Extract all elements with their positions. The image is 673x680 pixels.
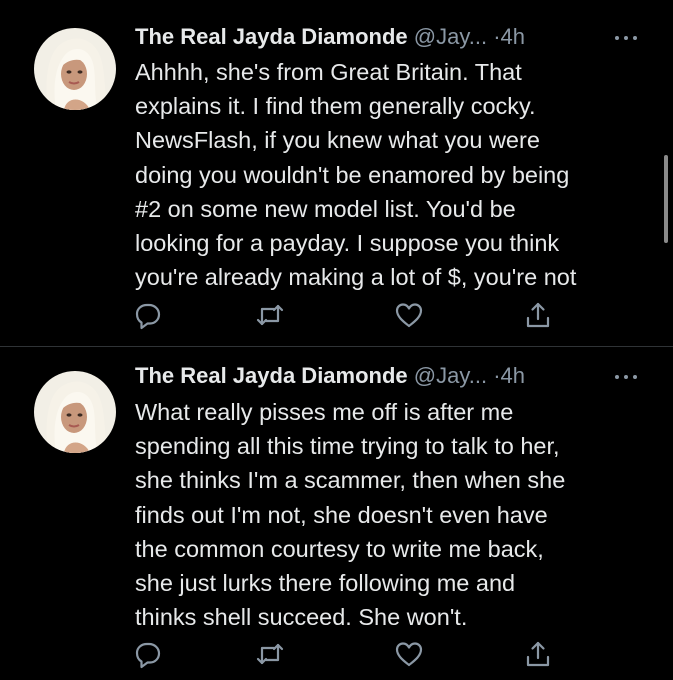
tweet-header: The Real Jayda Diamonde @Jay... ·4h xyxy=(135,361,653,391)
tweet-text: What really pisses me off is after me sp… xyxy=(135,395,655,634)
share-icon[interactable] xyxy=(523,300,553,330)
tweet-text-line: finds out I'm not, she doesn't even have xyxy=(135,501,548,528)
tweet-actions xyxy=(0,300,673,330)
timestamp[interactable]: 4h xyxy=(501,24,525,49)
retweet-icon[interactable] xyxy=(255,639,285,669)
tweet-text-line: thinks shell succeed. She won't. xyxy=(135,604,468,631)
profile-photo-icon xyxy=(34,371,116,453)
display-name[interactable]: The Real Jayda Diamonde xyxy=(135,24,408,49)
like-icon[interactable] xyxy=(394,639,424,669)
scrollbar-thumb[interactable] xyxy=(664,155,668,243)
handle[interactable]: @Jay... xyxy=(414,363,487,388)
separator-dot: · xyxy=(493,24,501,49)
tweet-actions xyxy=(0,639,673,669)
like-icon[interactable] xyxy=(394,300,424,330)
tweet-text-line: the common courtesy to write me back, xyxy=(135,535,544,562)
timestamp[interactable]: 4h xyxy=(501,363,525,388)
tweet-text-line: explains it. I find them generally cocky… xyxy=(135,93,536,120)
tweet-text: Ahhhh, she's from Great Britain. That ex… xyxy=(135,55,655,294)
tweet-text-line: spending all this time trying to talk to… xyxy=(135,433,560,460)
profile-photo-icon xyxy=(34,28,116,110)
handle[interactable]: @Jay... xyxy=(414,24,487,49)
tweet-text-line: What really pisses me off is after me xyxy=(135,399,514,425)
tweet-text-line: doing you wouldn't be enamored by being xyxy=(135,161,570,188)
tweet-text-line: she just lurks there following me and xyxy=(135,570,516,597)
avatar[interactable] xyxy=(34,371,116,453)
tweet-text-line: #2 on some new model list. You'd be xyxy=(135,195,516,222)
ellipsis-icon[interactable] xyxy=(614,35,638,41)
avatar[interactable] xyxy=(34,28,116,110)
reply-icon[interactable] xyxy=(133,300,163,330)
tweet-header: The Real Jayda Diamonde @Jay... ·4h xyxy=(135,22,653,52)
tweet-text-line: she thinks I'm a scammer, then when she xyxy=(135,467,566,494)
reply-icon[interactable] xyxy=(133,639,163,669)
tweet[interactable]: The Real Jayda Diamonde @Jay... ·4h What… xyxy=(0,347,673,680)
separator-dot: · xyxy=(493,363,501,388)
tweet-text-line: you're already making a lot of $, you're… xyxy=(135,264,577,291)
tweet-text-line: Ahhhh, she's from Great Britain. That xyxy=(135,59,522,85)
tweet-text-line: looking for a payday. I suppose you thin… xyxy=(135,230,560,257)
tweet-text-line: NewsFlash, if you knew what you were xyxy=(135,127,540,154)
ellipsis-icon[interactable] xyxy=(614,374,638,380)
share-icon[interactable] xyxy=(523,639,553,669)
retweet-icon[interactable] xyxy=(255,300,285,330)
display-name[interactable]: The Real Jayda Diamonde xyxy=(135,363,408,388)
tweet[interactable]: The Real Jayda Diamonde @Jay... ·4h Ahhh… xyxy=(0,0,673,346)
